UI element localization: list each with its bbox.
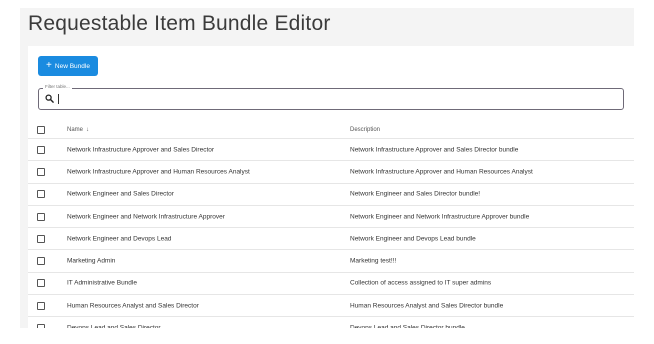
table-row[interactable]: Network Engineer and Devops Lead Network … bbox=[28, 228, 634, 251]
table-row[interactable]: Network Engineer and Network Infrastruct… bbox=[28, 206, 634, 229]
row-checkbox[interactable] bbox=[37, 145, 45, 154]
bundle-name: Devops Lead and Sales Director bbox=[67, 325, 161, 328]
bundle-description: Network Engineer and Network Infrastruct… bbox=[350, 213, 530, 221]
bundle-name: Network Engineer and Network Infrastruct… bbox=[67, 213, 225, 221]
new-bundle-button[interactable]: + New Bundle bbox=[38, 56, 98, 76]
filter-field[interactable]: Filter table... bbox=[38, 84, 624, 110]
row-checkbox[interactable] bbox=[37, 234, 45, 243]
bundle-name: Human Resources Analyst and Sales Direct… bbox=[67, 302, 199, 310]
bundle-description: Human Resources Analyst and Sales Direct… bbox=[350, 302, 504, 310]
bundle-name: Network Infrastructure Approver and Huma… bbox=[67, 168, 250, 176]
bundle-table: Name ↓ Description Network Infrastructure… bbox=[28, 122, 634, 328]
row-checkbox[interactable] bbox=[37, 301, 45, 310]
bundle-name: Network Engineer and Devops Lead bbox=[67, 235, 172, 243]
text-cursor bbox=[58, 94, 59, 104]
row-checkbox[interactable] bbox=[37, 190, 45, 199]
table-row[interactable]: Marketing Admin Marketing test!!! bbox=[28, 250, 634, 273]
row-checkbox[interactable] bbox=[37, 212, 45, 221]
table-row[interactable]: Network Infrastructure Approver and Huma… bbox=[28, 161, 634, 184]
table-row[interactable]: Network Engineer and Sales Director Netwo… bbox=[28, 184, 634, 206]
bundle-description: Collection of access assigned to IT supe… bbox=[350, 279, 492, 287]
description-column-header: Description bbox=[350, 127, 381, 133]
new-bundle-label: New Bundle bbox=[54, 62, 90, 70]
bundle-description: Network Infrastructure Approver and Huma… bbox=[350, 168, 533, 176]
bundle-name: IT Administrative Bundle bbox=[67, 279, 137, 287]
bundle-name: Marketing Admin bbox=[67, 257, 116, 265]
table-row[interactable]: IT Administrative Bundle Collection of ac… bbox=[28, 273, 634, 296]
bundle-description: Network Engineer and Devops Lead bundle bbox=[350, 235, 476, 243]
bundle-description: Network Engineer and Sales Director bund… bbox=[350, 190, 481, 198]
bundle-name: Network Infrastructure Approver and Sale… bbox=[67, 146, 215, 154]
select-all-checkbox[interactable] bbox=[37, 126, 45, 134]
name-column-label: Name bbox=[67, 127, 84, 133]
table-row[interactable]: Human Resources Analyst and Sales Direct… bbox=[28, 295, 634, 318]
row-checkbox[interactable] bbox=[37, 257, 45, 266]
table-row[interactable]: Devops Lead and Sales Director Devops Lea… bbox=[28, 317, 634, 328]
sort-arrow-icon[interactable]: ↓ bbox=[86, 127, 89, 133]
bundle-name: Network Engineer and Sales Director bbox=[67, 190, 174, 198]
bundle-description: Network Infrastructure Approver and Sale… bbox=[350, 146, 519, 154]
table-header-row: Name ↓ Description bbox=[28, 122, 634, 139]
name-column-header[interactable]: Name ↓ bbox=[67, 127, 89, 133]
row-checkbox[interactable] bbox=[37, 167, 45, 176]
bundle-description: Marketing test!!! bbox=[350, 257, 397, 265]
page-title: Requestable Item Bundle Editor bbox=[28, 12, 331, 35]
filter-legend: Filter table... bbox=[43, 84, 72, 89]
row-checkbox[interactable] bbox=[37, 279, 45, 288]
bundle-description: Devops Lead and Sales Director bundle bbox=[350, 325, 465, 328]
search-icon bbox=[45, 94, 54, 103]
row-checkbox[interactable] bbox=[37, 324, 45, 328]
table-row[interactable]: Network Infrastructure Approver and Sale… bbox=[28, 139, 634, 162]
bundle-panel: + New Bundle Filter table... Name ↓ Descr… bbox=[28, 46, 634, 328]
editor-page: Requestable Item Bundle Editor + New Bun… bbox=[20, 8, 634, 328]
plus-icon: + bbox=[46, 60, 52, 71]
